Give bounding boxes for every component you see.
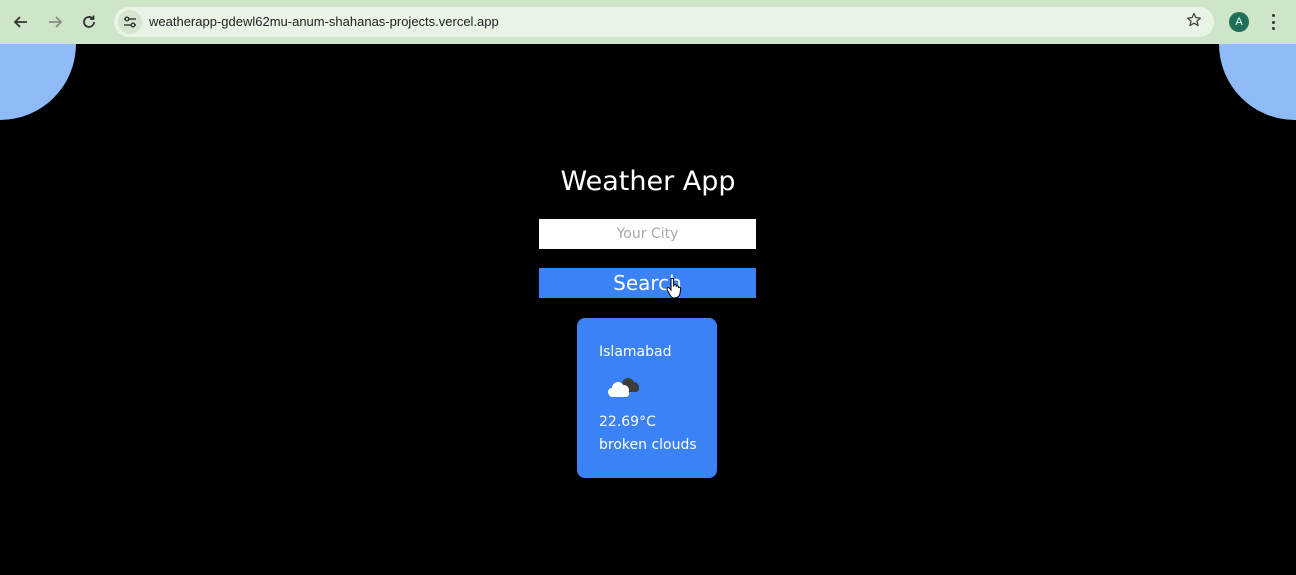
back-button[interactable] [9, 10, 33, 34]
more-vert-icon[interactable] [1264, 12, 1282, 32]
profile-avatar[interactable]: A [1229, 12, 1249, 32]
site-info-button[interactable] [118, 10, 142, 34]
weather-page: Weather App Search Islamabad 22.69°C bro… [0, 44, 1296, 575]
bookmark-button[interactable] [1186, 12, 1202, 33]
hand-pointer-icon [666, 278, 682, 299]
arrow-right-icon [49, 16, 63, 28]
weather-card: Islamabad 22.69°C broken clouds [577, 318, 717, 478]
card-city: Islamabad [599, 344, 672, 360]
decor-circle-right [1219, 44, 1296, 120]
arrow-left-icon [13, 16, 27, 28]
address-bar[interactable]: weatherapp-gdewl62mu-anum-shahanas-proje… [114, 7, 1214, 37]
star-icon [1186, 12, 1202, 27]
url-text[interactable]: weatherapp-gdewl62mu-anum-shahanas-proje… [149, 14, 499, 29]
reload-button[interactable] [77, 10, 101, 34]
broken-clouds-icon [608, 378, 639, 397]
page-title: Weather App [560, 166, 736, 197]
forward-button[interactable] [43, 10, 67, 34]
search-button[interactable]: Search [539, 268, 756, 298]
city-input[interactable] [539, 219, 756, 249]
tune-icon [124, 16, 136, 28]
decor-circle-left [0, 44, 76, 120]
reload-icon [83, 15, 95, 28]
card-temperature: 22.69°C [599, 414, 656, 430]
browser-toolbar: weatherapp-gdewl62mu-anum-shahanas-proje… [0, 0, 1296, 44]
card-description: broken clouds [599, 437, 697, 453]
